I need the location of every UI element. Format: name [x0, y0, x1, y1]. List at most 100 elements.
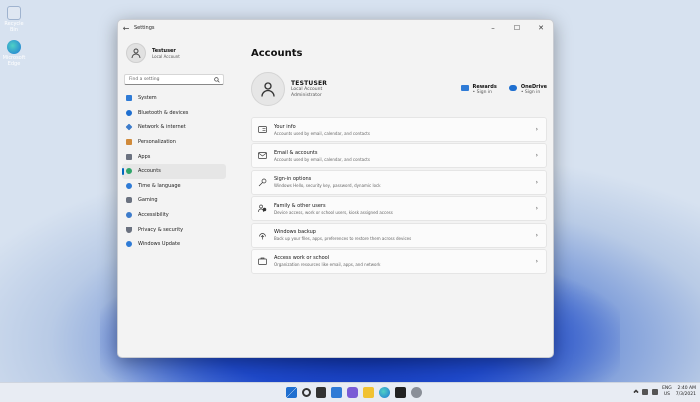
- sidebar-item-label: Apps: [138, 153, 151, 160]
- chevron-up-icon[interactable]: [633, 389, 639, 395]
- card-title: Your info: [274, 123, 296, 130]
- chevron-right-icon: ›: [535, 257, 538, 265]
- cloud-icon: [508, 84, 517, 91]
- chevron-right-icon: ›: [535, 178, 538, 186]
- recycle-bin-icon: [7, 6, 21, 20]
- widgets-icon[interactable]: [331, 387, 342, 398]
- sidebar-item-apps[interactable]: Apps: [122, 149, 226, 164]
- sidebar-item-time-language[interactable]: Time & language: [122, 179, 226, 194]
- sidebar-item-label: Gaming: [138, 197, 158, 204]
- settings-gear-icon[interactable]: [411, 387, 422, 398]
- desktop-icon-label: Microsoft Edge: [2, 55, 26, 67]
- rewards-tile[interactable]: Rewards • Sign in: [460, 84, 497, 95]
- person-icon: [131, 48, 141, 59]
- card-title: Email & accounts: [274, 149, 318, 156]
- onedrive-tile[interactable]: OneDrive • Sign in: [508, 84, 547, 95]
- card-title: Windows backup: [274, 229, 316, 236]
- file-explorer-icon[interactable]: [363, 387, 374, 398]
- apps-icon: [126, 153, 132, 160]
- sidebar-item-network[interactable]: Network & internet: [122, 120, 226, 135]
- store-icon[interactable]: [395, 387, 406, 398]
- mail-icon: [258, 151, 267, 160]
- sidebar-item-windows-update[interactable]: Windows Update: [122, 237, 226, 252]
- search-placeholder: Find a setting: [129, 77, 160, 82]
- sidebar-item-accessibility[interactable]: Accessibility: [122, 208, 226, 223]
- sidebar-item-label: Network & internet: [138, 124, 186, 131]
- maximize-button[interactable]: ☐: [505, 24, 529, 32]
- settings-cards: Your info Accounts used by email, calenda…: [251, 117, 547, 274]
- close-button[interactable]: ✕: [529, 24, 553, 32]
- card-desc: Windows Hello, security key, password, d…: [274, 183, 381, 189]
- bluetooth-icon: [126, 109, 132, 116]
- taskbar-apps: [286, 387, 422, 398]
- taskbar: ENG US 2:40 AM 7/3/2021: [0, 382, 700, 402]
- onedrive-sub: • Sign in: [520, 89, 541, 95]
- clock[interactable]: 2:40 AM 7/3/2021: [676, 386, 696, 398]
- search-icon[interactable]: [302, 388, 311, 397]
- sidebar-user-type: Local Account: [152, 53, 180, 59]
- card-title: Access work or school: [274, 255, 330, 262]
- key-icon: [258, 178, 267, 187]
- desktop-icon-edge[interactable]: Microsoft Edge: [2, 40, 26, 67]
- language-bottom: US: [663, 392, 670, 397]
- accounts-icon: [126, 168, 132, 175]
- sidebar-item-label: Accessibility: [138, 212, 169, 219]
- sidebar-item-privacy[interactable]: Privacy & security: [122, 222, 226, 237]
- card-family-other-users[interactable]: Family & other users Device access, work …: [251, 196, 547, 222]
- chevron-right-icon: ›: [535, 126, 538, 133]
- minimize-button[interactable]: –: [481, 24, 505, 32]
- sidebar-user-name: Testuser: [152, 47, 176, 54]
- family-icon: [258, 204, 267, 213]
- card-windows-backup[interactable]: Windows backup Back up your files, apps, …: [251, 222, 547, 248]
- desktop-icon-recycle-bin[interactable]: Recycle Bin: [2, 6, 26, 33]
- sidebar-item-accounts[interactable]: Accounts: [122, 163, 226, 179]
- sidebar-item-label: Time & language: [138, 182, 181, 189]
- task-view-icon[interactable]: [316, 387, 326, 398]
- backup-icon: [258, 231, 267, 240]
- start-icon[interactable]: [286, 387, 297, 398]
- sidebar-nav: System Bluetooth & devices Network & int…: [122, 91, 230, 252]
- network-icon: [125, 124, 133, 131]
- sidebar-item-system[interactable]: System: [122, 91, 226, 106]
- gaming-icon: [126, 197, 132, 204]
- volume-icon[interactable]: [652, 389, 659, 395]
- sidebar-item-personalization[interactable]: Personalization: [122, 135, 226, 150]
- sidebar: Testuser Local Account Find a setting Sy…: [122, 38, 230, 252]
- sidebar-item-gaming[interactable]: Gaming: [122, 193, 226, 208]
- brush-icon: [126, 139, 132, 146]
- window-title: Settings: [134, 25, 155, 31]
- language-indicator[interactable]: ENG US: [662, 386, 672, 398]
- chevron-right-icon: ›: [535, 205, 538, 213]
- system-icon: [126, 95, 132, 102]
- account-user-name: TESTUSER: [291, 79, 328, 87]
- shield-icon: [126, 226, 132, 233]
- sidebar-item-label: Accounts: [138, 168, 161, 175]
- back-arrow-icon[interactable]: ←: [118, 24, 134, 33]
- card-desc: Accounts used by email, calendar, and co…: [274, 156, 370, 162]
- card-desc: Organization resources like email, apps,…: [274, 262, 381, 268]
- avatar: [126, 43, 146, 63]
- rewards-sub: • Sign in: [472, 89, 492, 95]
- update-icon: [126, 241, 132, 248]
- avatar[interactable]: [251, 72, 285, 106]
- sidebar-item-label: Windows Update: [138, 241, 181, 248]
- search-input[interactable]: Find a setting: [124, 74, 224, 85]
- card-desc: Back up your files, apps, preferences to…: [274, 236, 412, 242]
- chat-icon[interactable]: [347, 387, 358, 398]
- card-access-work-school[interactable]: Access work or school Organization resour…: [251, 248, 547, 274]
- globe-icon: [126, 182, 132, 189]
- account-hero: TESTUSER Local Account Administrator Rew…: [251, 71, 547, 107]
- rewards-icon: [460, 84, 469, 91]
- card-your-info[interactable]: Your info Accounts used by email, calenda…: [251, 117, 547, 142]
- account-role: Administrator: [291, 92, 322, 98]
- network-icon[interactable]: [642, 389, 649, 395]
- edge-icon[interactable]: [379, 387, 390, 398]
- card-sign-in-options[interactable]: Sign-in options Windows Hello, security k…: [251, 169, 547, 195]
- sidebar-item-bluetooth[interactable]: Bluetooth & devices: [122, 106, 226, 121]
- date: 7/3/2021: [675, 392, 696, 397]
- page-title: Accounts: [251, 48, 303, 59]
- desktop-icon-label: Recycle Bin: [4, 21, 24, 33]
- sidebar-user[interactable]: Testuser Local Account: [122, 38, 230, 68]
- sidebar-item-label: Personalization: [138, 139, 176, 146]
- card-email-accounts[interactable]: Email & accounts Accounts used by email, …: [251, 143, 547, 169]
